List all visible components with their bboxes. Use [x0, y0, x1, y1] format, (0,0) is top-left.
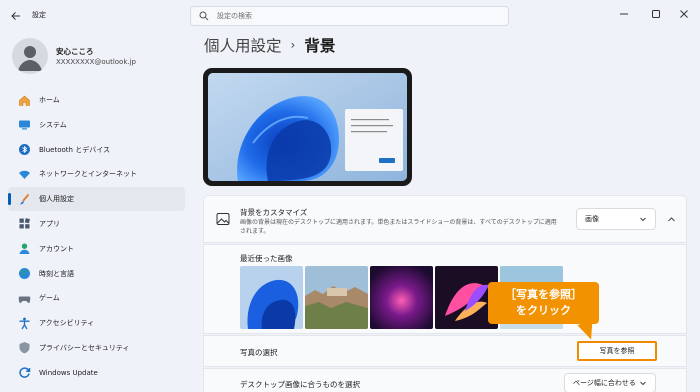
brush-icon — [17, 192, 31, 206]
recent-image-thumbnail[interactable] — [240, 266, 303, 329]
chevron-up-icon — [667, 216, 675, 221]
bluetooth-icon — [17, 143, 31, 157]
person-icon — [18, 46, 42, 71]
collapse-button[interactable] — [664, 212, 678, 226]
title-bar: 設定 設定の検索 — [0, 0, 700, 32]
globe-icon — [17, 267, 31, 281]
chevron-down-icon — [640, 217, 646, 222]
sidebar-item-label: Bluetooth とデバイス — [39, 145, 110, 154]
sidebar-item-bluetooth[interactable]: Bluetooth とデバイス — [8, 138, 185, 162]
breadcrumb: 個人用設定 › 背景 — [204, 34, 335, 56]
game-icon — [17, 291, 31, 305]
sidebar-item-accessibility[interactable]: アクセシビリティ — [8, 311, 185, 335]
user-email: XXXXXXXX@outlook.jp — [56, 58, 137, 66]
user-name: 安心こころ — [56, 47, 94, 56]
maximize-icon — [652, 10, 660, 18]
apps-icon — [17, 217, 31, 231]
sidebar-item-apps[interactable]: アプリ — [8, 212, 185, 236]
fit-card: デスクトップ画像に合うものを選択 ページ幅に合わせる — [203, 368, 687, 392]
sidebar-item-label: 個人用設定 — [39, 195, 74, 204]
sidebar-item-personalization[interactable]: 個人用設定 — [8, 187, 185, 212]
background-type-value: 画像 — [585, 215, 599, 223]
search-placeholder: 設定の検索 — [217, 12, 252, 20]
sidebar-item-privacy-security[interactable]: プライバシーとセキュリティ — [8, 336, 185, 360]
accessibility-icon — [17, 316, 31, 330]
home-icon — [17, 93, 31, 107]
update-icon — [17, 366, 31, 380]
bloom-wallpaper-image — [208, 73, 407, 181]
avatar — [12, 38, 48, 74]
sidebar-item-time-language[interactable]: 時刻と言語 — [8, 262, 185, 286]
sidebar-item-gaming[interactable]: ゲーム — [8, 286, 185, 310]
instruction-callout: ［写真を参照］ をクリック — [488, 282, 599, 324]
shield-icon — [17, 341, 31, 355]
breadcrumb-separator: › — [290, 38, 296, 52]
sidebar-item-label: アカウント — [39, 244, 74, 253]
sidebar-item-label: システム — [39, 120, 67, 129]
sidebar-item-label: 時刻と言語 — [39, 269, 74, 278]
image-icon — [216, 213, 230, 225]
sidebar-item-label: アクセシビリティ — [39, 319, 95, 328]
account-icon — [17, 242, 31, 256]
sidebar-item-label: プライバシーとセキュリティ — [39, 343, 130, 352]
back-button[interactable] — [8, 8, 24, 24]
desktop-preview — [203, 68, 412, 186]
breadcrumb-parent[interactable]: 個人用設定 — [204, 34, 282, 56]
sidebar-item-label: Windows Update — [39, 368, 98, 377]
sidebar-item-label: ゲーム — [39, 294, 60, 303]
sidebar-item-label: ホーム — [39, 96, 60, 104]
chevron-down-icon — [640, 381, 646, 386]
sidebar-item-network[interactable]: ネットワークとインターネット — [8, 162, 185, 186]
page-title: 背景 — [304, 37, 336, 55]
close-icon — [680, 10, 688, 18]
sidebar-nav: ホーム システム Bluetooth とデバイス ネットワークとインターネット … — [8, 88, 185, 386]
fit-dropdown-value: ページ幅に合わせる — [573, 379, 636, 387]
fit-label: デスクトップ画像に合うものを選択 — [240, 380, 360, 389]
background-customize-title: 背景をカスタマイズ — [240, 208, 308, 217]
choose-photo-label: 写真の選択 — [240, 348, 278, 357]
app-title: 設定 — [32, 11, 46, 19]
preview-wallpaper — [208, 73, 407, 181]
sidebar-item-windows-update[interactable]: Windows Update — [8, 361, 185, 385]
close-button[interactable] — [676, 6, 692, 22]
maximize-button[interactable] — [648, 6, 664, 22]
sidebar-item-home[interactable]: ホーム — [8, 88, 185, 112]
sidebar-item-label: ネットワークとインターネット — [39, 170, 137, 179]
sidebar-item-system[interactable]: システム — [8, 113, 185, 137]
recent-images-title: 最近使った画像 — [240, 254, 293, 263]
minimize-icon — [620, 13, 628, 15]
background-type-dropdown[interactable]: 画像 — [576, 208, 656, 230]
recent-image-thumbnail[interactable] — [305, 266, 368, 329]
background-customize-description: 画像の背景は現在のデスクトップに適用されます。単色またはスライドショーの背景は、… — [240, 219, 557, 235]
choose-photo-card: 写真の選択 写真を参照 — [203, 335, 687, 367]
callout-line-2: をクリック — [516, 304, 571, 317]
recent-images-card: 最近使った画像 — [203, 244, 687, 334]
minimize-button[interactable] — [616, 6, 632, 22]
search-input[interactable]: 設定の検索 — [190, 6, 509, 26]
sidebar-item-accounts[interactable]: アカウント — [8, 237, 185, 261]
fit-dropdown[interactable]: ページ幅に合わせる — [564, 373, 656, 392]
sidebar-item-label: アプリ — [39, 219, 60, 228]
back-arrow-icon — [11, 12, 20, 20]
browse-photos-button[interactable]: 写真を参照 — [577, 341, 657, 361]
background-customize-card: 背景をカスタマイズ 画像の背景は現在のデスクトップに適用されます。単色またはスラ… — [203, 195, 687, 243]
system-icon — [17, 118, 31, 132]
wifi-icon — [17, 167, 31, 181]
user-profile[interactable]: 安心こころ XXXXXXXX@outlook.jp — [12, 38, 182, 76]
search-icon — [199, 11, 209, 21]
callout-line-1: ［写真を参照］ — [505, 288, 582, 301]
recent-image-thumbnail[interactable] — [370, 266, 433, 329]
